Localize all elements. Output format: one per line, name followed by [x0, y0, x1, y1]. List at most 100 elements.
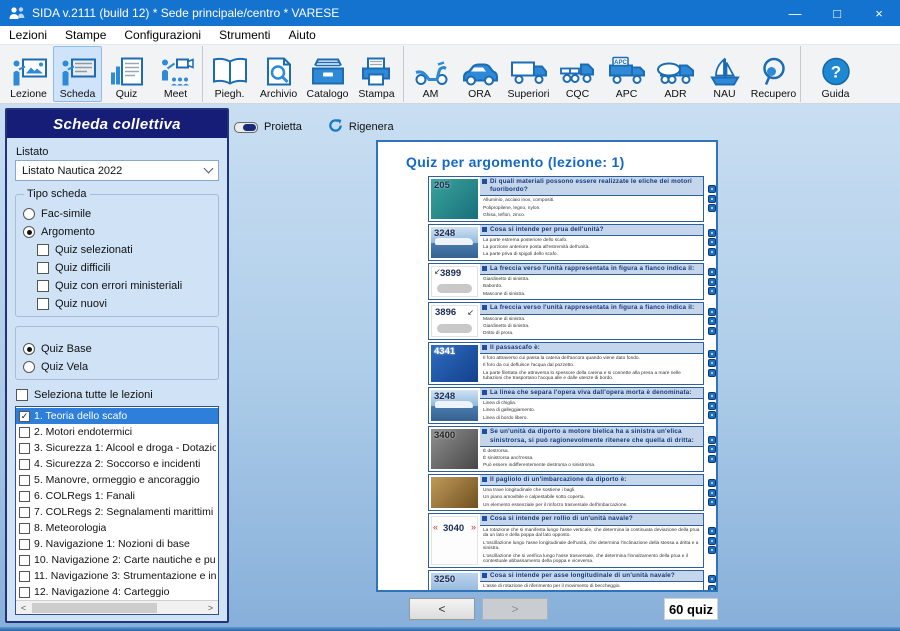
radio-icon [23, 208, 35, 220]
quiz-action-button[interactable] [708, 327, 716, 335]
toolbar-group: AM ORA Superiori CQC APC APC ADR [404, 46, 801, 102]
scroll-left-icon[interactable]: < [16, 601, 31, 615]
question-marker-icon [482, 179, 487, 184]
catalogo-icon [306, 54, 350, 88]
checkbox-option[interactable]: Quiz con errori ministeriali [37, 280, 211, 292]
toolbar-button[interactable]: Lezione [4, 46, 53, 102]
lesson-item[interactable]: 6. COLRegs 1: Fanali [16, 488, 218, 504]
answer-text: Dritto di prora. [483, 331, 701, 337]
checkbox-icon [19, 523, 30, 534]
toolbar-button[interactable]: NAU [700, 46, 749, 102]
quiz-box: 3400 Se un'unità da diporto a motore bie… [428, 426, 704, 472]
next-page-button[interactable]: > [482, 598, 548, 620]
toolbar-button[interactable]: ORA [455, 46, 504, 102]
toolbar-button[interactable]: Superiori [504, 46, 553, 102]
rigenera-button[interactable]: Rigenera [328, 118, 394, 136]
lesson-label: 12. Navigazione 4: Carteggio [34, 586, 169, 598]
quiz-action-button[interactable] [708, 585, 716, 592]
toolbar-button[interactable]: ADR [651, 46, 700, 102]
menu-item[interactable]: Configurazioni [115, 26, 210, 45]
lesson-item[interactable]: 3. Sicurezza 1: Alcool e droga - Dotazio… [16, 440, 218, 456]
quiz-action-button[interactable] [708, 185, 716, 193]
lesson-item[interactable]: 10. Navigazione 2: Carte nautiche e pubb… [16, 552, 218, 568]
quiz-thumbnail: 3896 [431, 305, 478, 336]
checkbox-option[interactable]: Quiz selezionati [37, 244, 211, 256]
question-marker-icon [482, 266, 487, 271]
lesson-item[interactable]: 8. Meteorologia [16, 520, 218, 536]
select-all-lessons[interactable]: Seleziona tutte le lezioni [16, 389, 218, 401]
quiz-action-button[interactable] [708, 489, 716, 497]
radio-option[interactable]: Fac-simile [23, 208, 211, 220]
lesson-item[interactable]: 2. Motori endotermici [16, 424, 218, 440]
quiz-action-button[interactable] [708, 575, 716, 583]
listato-select[interactable]: Listato Nautica 2022 [15, 160, 219, 181]
lesson-item[interactable]: 5. Manovre, ormeggio e ancoraggio [16, 472, 218, 488]
scroll-right-icon[interactable]: > [203, 601, 218, 615]
toolbar-button[interactable]: Stampa [352, 46, 401, 102]
lesson-item[interactable]: 9. Navigazione 1: Nozioni di base [16, 536, 218, 552]
toolbar-button[interactable]: AM [406, 46, 455, 102]
checkbox-option[interactable]: Quiz nuovi [37, 298, 211, 310]
lesson-item[interactable]: 11. Navigazione 3: Strumentazione e intr… [16, 568, 218, 584]
radio-option[interactable]: Quiz Base [23, 343, 211, 355]
quiz-action-button[interactable] [708, 402, 716, 410]
lesson-item[interactable]: 4. Sicurezza 2: Soccorso e incidenti [16, 456, 218, 472]
minimize-button[interactable]: — [774, 0, 816, 26]
quiz-action-button[interactable] [708, 537, 716, 545]
scroll-thumb[interactable] [32, 603, 157, 613]
horizontal-scrollbar[interactable]: < > [16, 600, 218, 614]
quiz-action-button[interactable] [708, 445, 716, 453]
toolbar-button[interactable]: Quiz [102, 46, 151, 102]
quiz-action-button[interactable] [708, 369, 716, 377]
quiz-action-button[interactable] [708, 455, 716, 463]
quiz-thumbnail: 3040 [431, 516, 478, 565]
quiz-action-button[interactable] [708, 392, 716, 400]
lesson-item[interactable]: ✓ 1. Teoria dello scafo [16, 408, 218, 424]
quiz-action-button[interactable] [708, 350, 716, 358]
quiz-button-stack [707, 185, 717, 212]
quiz-action-button[interactable] [708, 238, 716, 246]
quiz-button-stack [707, 479, 717, 506]
quiz-action-button[interactable] [708, 268, 716, 276]
menu-item[interactable]: Strumenti [210, 26, 279, 45]
quiz-action-button[interactable] [708, 248, 716, 256]
refresh-icon [328, 118, 343, 136]
quiz-action-button[interactable] [708, 479, 716, 487]
menu-item[interactable]: Aiuto [279, 26, 324, 45]
toolbar-button[interactable]: CQC [553, 46, 602, 102]
quiz-action-button[interactable] [708, 527, 716, 535]
quiz-number: 3248 [434, 228, 455, 239]
lesson-item[interactable]: 12. Navigazione 4: Carteggio [16, 584, 218, 600]
maximize-button[interactable]: □ [816, 0, 858, 26]
toolbar-button[interactable]: APC APC [602, 46, 651, 102]
prev-page-button[interactable]: < [409, 598, 475, 620]
quiz-action-button[interactable] [708, 411, 716, 419]
quiz-action-button[interactable] [708, 317, 716, 325]
quiz-action-button[interactable] [708, 278, 716, 286]
toolbar-button[interactable]: Meet [151, 46, 200, 102]
menu-item[interactable]: Lezioni [0, 26, 56, 45]
quiz-action-button[interactable] [708, 195, 716, 203]
menu-item[interactable]: Stampe [56, 26, 115, 45]
quiz-box: 205 Di quali materiali possono essere re… [428, 176, 704, 222]
quiz-action-button[interactable] [708, 436, 716, 444]
close-button[interactable]: × [858, 0, 900, 26]
lesson-item[interactable]: 7. COLRegs 2: Segnalamenti marittimi e m… [16, 504, 218, 520]
toolbar-button[interactable]: Catalogo [303, 46, 352, 102]
toolbar-button[interactable]: Piegh. [205, 46, 254, 102]
toolbar-button[interactable]: Scheda [53, 46, 102, 102]
quiz-action-button[interactable] [708, 287, 716, 295]
radio-option[interactable]: Quiz Vela [23, 361, 211, 373]
checkbox-option[interactable]: Quiz difficili [37, 262, 211, 274]
toolbar-button[interactable]: Recupero [749, 46, 798, 102]
toolbar-button[interactable]: ? Guida [811, 46, 860, 102]
quiz-action-button[interactable] [708, 359, 716, 367]
quiz-action-button[interactable] [708, 308, 716, 316]
proietta-button[interactable]: Proietta [234, 121, 302, 133]
quiz-action-button[interactable] [708, 546, 716, 554]
radio-option[interactable]: Argomento [23, 226, 211, 238]
toolbar-button[interactable]: Archivio [254, 46, 303, 102]
quiz-action-button[interactable] [708, 229, 716, 237]
quiz-action-button[interactable] [708, 204, 716, 212]
quiz-action-button[interactable] [708, 498, 716, 506]
